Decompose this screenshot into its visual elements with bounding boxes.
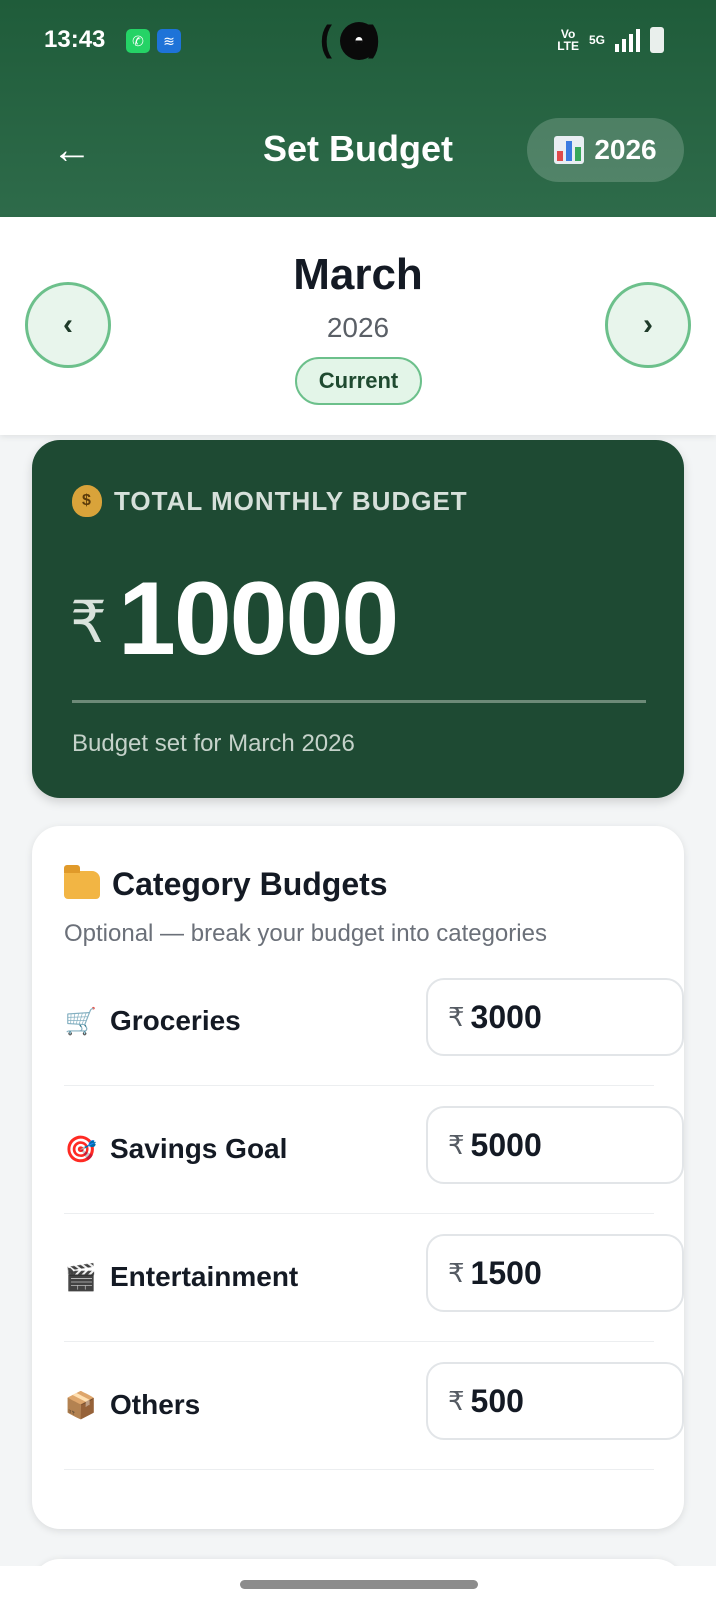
entertainment-amount-input[interactable]: ₹ 1500	[426, 1234, 684, 1312]
signal-label: 5G	[588, 33, 605, 47]
category-name: Groceries	[110, 1005, 241, 1036]
currency-symbol: ₹	[448, 1257, 465, 1288]
budget-divider	[72, 700, 646, 703]
category-amount: 1500	[470, 1254, 542, 1291]
currency-symbol: ₹	[448, 1001, 465, 1032]
clapperboard-icon: 🎬	[64, 1261, 98, 1292]
status-indicators: Vo LTE 5G	[557, 27, 664, 53]
others-amount-input[interactable]: ₹ 500	[426, 1362, 684, 1440]
folder-icon	[64, 864, 100, 899]
groceries-amount-input[interactable]: ₹ 3000	[426, 978, 684, 1056]
app-header: 13:43 ✆ ≋ ( ◓ ) Vo LTE 5G ← Set Budget 2…	[0, 0, 716, 217]
package-icon: 📦	[64, 1389, 98, 1420]
category-row-entertainment: 🎬 Entertainment ₹ 1500	[64, 1212, 684, 1342]
currency-symbol: ₹	[448, 1129, 465, 1160]
total-budget-amount[interactable]: 10000	[118, 560, 399, 679]
year-button-label: 2026	[594, 134, 657, 165]
whatsapp-icon: ✆	[126, 29, 150, 53]
savings-goal-amount-input[interactable]: ₹ 5000	[426, 1106, 684, 1184]
category-row-others: 📦 Others ₹ 500	[64, 1340, 684, 1470]
budget-note: Budget set for March 2026	[72, 730, 355, 757]
month-selector: ‹ March 2026 Current ›	[0, 217, 716, 435]
category-budgets-title: Category Budgets	[112, 866, 388, 902]
total-budget-heading: $ TOTAL MONTHLY BUDGET	[72, 485, 468, 517]
category-budgets-heading: Category Budgets	[64, 864, 388, 903]
category-name: Entertainment	[110, 1261, 299, 1292]
year-overview-button[interactable]: 2026	[527, 118, 684, 182]
current-badge: Current	[295, 357, 422, 405]
category-budgets-subtitle: Optional — break your budget into catego…	[64, 920, 547, 947]
camera-bracket-left: (	[320, 18, 332, 59]
category-name: Others	[110, 1389, 201, 1420]
status-bar: 13:43 ✆ ≋ ( ◓ ) Vo LTE 5G	[0, 0, 716, 82]
volte-indicator: Vo LTE	[557, 27, 579, 53]
total-budget-label: TOTAL MONTHLY BUDGET	[114, 485, 468, 516]
category-row-groceries: 🛒 Groceries ₹ 3000	[64, 956, 684, 1086]
category-amount: 5000	[470, 1126, 542, 1163]
network-app-icon: ≋	[157, 29, 181, 53]
category-budgets-card: Category Budgets Optional — break your b…	[32, 826, 684, 1529]
next-month-button[interactable]: ›	[605, 282, 691, 368]
signal-bars-icon	[615, 28, 640, 52]
bar-chart-icon	[554, 136, 585, 164]
category-amount: 500	[470, 1382, 524, 1419]
category-name: Savings Goal	[110, 1133, 288, 1164]
category-amount: 3000	[470, 998, 542, 1035]
total-budget-card[interactable]: $ TOTAL MONTHLY BUDGET ₹ 10000 Budget se…	[32, 440, 684, 798]
currency-symbol: ₹	[70, 590, 107, 655]
home-indicator[interactable]	[240, 1580, 478, 1589]
battery-icon	[650, 27, 664, 53]
status-time: 13:43	[44, 26, 106, 53]
shopping-cart-icon: 🛒	[64, 1005, 98, 1036]
money-bag-icon: $	[72, 485, 102, 517]
category-row-savings-goal: 🎯 Savings Goal ₹ 5000	[64, 1084, 684, 1214]
currency-symbol: ₹	[448, 1385, 465, 1416]
camera-bracket-right: )	[368, 18, 380, 59]
target-icon: 🎯	[64, 1133, 98, 1164]
month-name: March	[293, 250, 423, 299]
